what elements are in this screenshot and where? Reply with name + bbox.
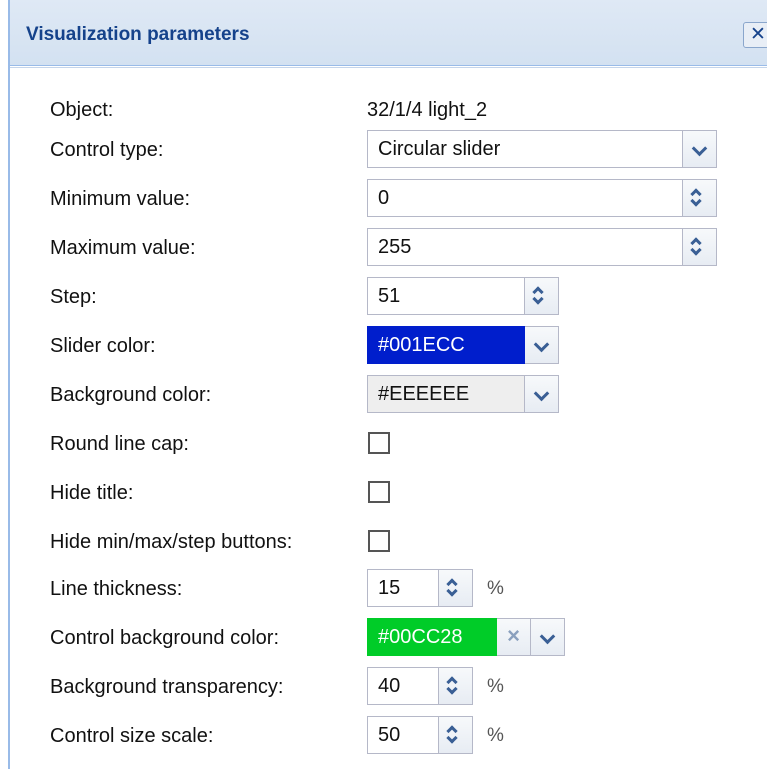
dialog-body: Object: 32/1/4 light_2 Control type: Cir… [10, 67, 767, 769]
background-transparency-input[interactable]: 40 [367, 667, 439, 705]
row-control-background-color: Control background color: #00CC28 × [10, 618, 767, 658]
spin-down-icon[interactable] [446, 585, 458, 597]
row-object: Object: 32/1/4 light_2 [10, 90, 767, 130]
minimum-value-input[interactable]: 0 [367, 179, 683, 217]
hide-buttons-label: Hide min/max/step buttons: [50, 531, 293, 553]
line-thickness-label: Line thickness: [50, 578, 183, 600]
row-line-thickness: Line thickness: 15 % [10, 569, 767, 609]
visualization-parameters-dialog: Visualization parameters ✕ Object: 32/1/… [8, 0, 767, 769]
step-spinner[interactable] [525, 277, 559, 315]
slider-color-field[interactable]: #001ECC [367, 326, 525, 364]
control-background-color-label: Control background color: [50, 627, 280, 649]
hide-title-label: Hide title: [50, 482, 134, 504]
dialog-title: Visualization parameters [26, 24, 250, 45]
background-color-label: Background color: [50, 384, 212, 406]
round-line-cap-checkbox[interactable] [368, 432, 390, 454]
round-line-cap-label: Round line cap: [50, 433, 189, 455]
row-control-size-scale: Control size scale: 50 % [10, 716, 767, 756]
step-input[interactable]: 51 [367, 277, 525, 315]
chevron-down-icon[interactable] [525, 326, 559, 364]
chevron-down-icon[interactable] [525, 375, 559, 413]
chevron-down-icon[interactable] [683, 130, 717, 168]
clear-icon[interactable]: × [497, 618, 531, 656]
spin-down-icon[interactable] [690, 244, 702, 256]
control-background-color-field[interactable]: #00CC28 [367, 618, 497, 656]
row-slider-color: Slider color: #001ECC [10, 326, 767, 366]
hide-buttons-checkbox[interactable] [368, 530, 390, 552]
background-transparency-unit: % [487, 676, 504, 697]
row-background-color: Background color: #EEEEEE [10, 375, 767, 415]
spin-down-icon[interactable] [446, 683, 458, 695]
control-size-scale-spinner[interactable] [439, 716, 473, 754]
control-type-select[interactable]: Circular slider [367, 130, 683, 168]
object-label: Object: [50, 99, 114, 121]
background-color-field[interactable]: #EEEEEE [367, 375, 525, 413]
background-transparency-spinner[interactable] [439, 667, 473, 705]
minimum-value-label: Minimum value: [50, 188, 191, 210]
step-label: Step: [50, 286, 97, 308]
chevron-down-icon[interactable] [531, 618, 565, 656]
control-size-scale-label: Control size scale: [50, 725, 214, 747]
close-icon[interactable]: ✕ [743, 22, 767, 48]
row-control-type: Control type: Circular slider [10, 130, 767, 170]
minimum-value-spinner[interactable] [683, 179, 717, 217]
line-thickness-spinner[interactable] [439, 569, 473, 607]
maximum-value-input[interactable]: 255 [367, 228, 683, 266]
row-hide-title: Hide title: [10, 473, 767, 513]
object-value: 32/1/4 light_2 [367, 99, 488, 121]
row-round-line-cap: Round line cap: [10, 424, 767, 464]
control-size-scale-input[interactable]: 50 [367, 716, 439, 754]
background-transparency-label: Background transparency: [50, 676, 284, 698]
maximum-value-label: Maximum value: [50, 237, 196, 259]
row-step: Step: 51 [10, 277, 767, 317]
maximum-value-spinner[interactable] [683, 228, 717, 266]
spin-down-icon[interactable] [532, 293, 544, 305]
row-background-transparency: Background transparency: 40 % [10, 667, 767, 707]
spin-down-icon[interactable] [690, 195, 702, 207]
line-thickness-unit: % [487, 578, 504, 599]
hide-title-checkbox[interactable] [368, 481, 390, 503]
control-type-label: Control type: [50, 139, 164, 161]
control-size-scale-unit: % [487, 725, 504, 746]
row-minimum-value: Minimum value: 0 [10, 179, 767, 219]
slider-color-label: Slider color: [50, 335, 156, 357]
row-maximum-value: Maximum value: 255 [10, 228, 767, 268]
line-thickness-input[interactable]: 15 [367, 569, 439, 607]
row-hide-buttons: Hide min/max/step buttons: [10, 522, 767, 562]
spin-down-icon[interactable] [446, 732, 458, 744]
dialog-title-bar[interactable]: Visualization parameters ✕ [10, 0, 767, 66]
